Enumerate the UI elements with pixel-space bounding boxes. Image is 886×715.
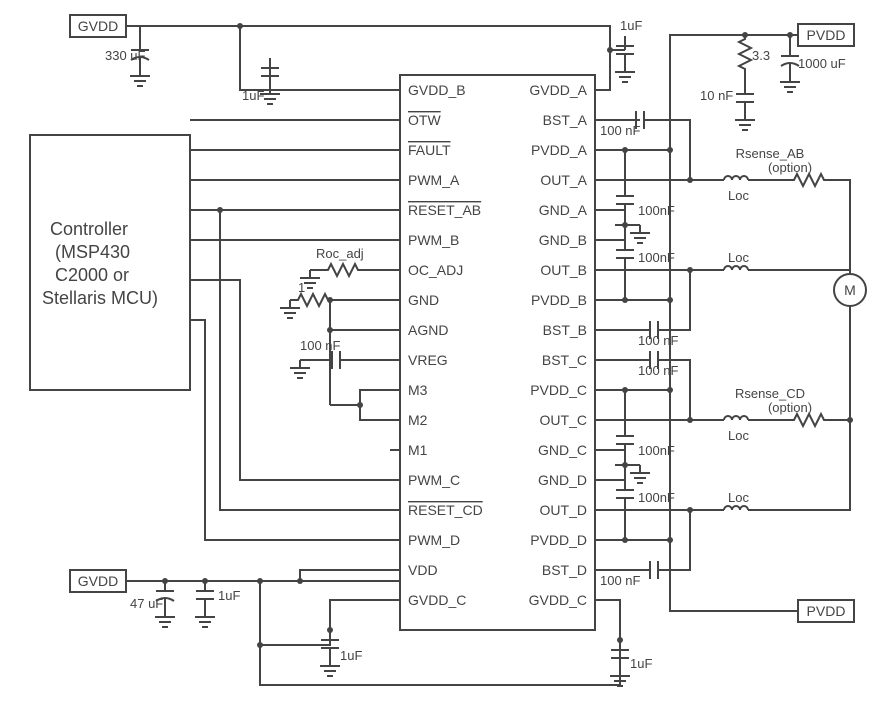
svg-text:OUT_D: OUT_D bbox=[540, 502, 587, 518]
label-10nF: 10 nF bbox=[700, 88, 733, 103]
svg-text:GND_C: GND_C bbox=[538, 442, 587, 458]
svg-text:RESET_CD: RESET_CD bbox=[408, 502, 483, 518]
label-1uF-gvddc-r: 1uF bbox=[630, 656, 652, 671]
label-bst-b: 100 nF bbox=[638, 333, 679, 348]
svg-text:OUT_C: OUT_C bbox=[540, 412, 587, 428]
svg-text:PWM_D: PWM_D bbox=[408, 532, 460, 548]
label-bst-d: 100 nF bbox=[600, 573, 641, 588]
label-loc-d: Loc bbox=[728, 490, 749, 505]
terminal-gvdd-top: GVDD bbox=[70, 15, 126, 37]
label-rsense-ab-opt: (option) bbox=[768, 160, 812, 175]
right-stubs bbox=[595, 90, 605, 600]
label-rsense-cd: Rsense_CD bbox=[735, 386, 805, 401]
wire-gvdd-top bbox=[126, 26, 610, 50]
svg-text:GND_A: GND_A bbox=[539, 202, 588, 218]
controller-line4: Stellaris MCU) bbox=[42, 288, 158, 308]
svg-text:GVDD: GVDD bbox=[78, 18, 118, 34]
svg-text:GVDD_C: GVDD_C bbox=[529, 592, 587, 608]
svg-text:OC_ADJ: OC_ADJ bbox=[408, 262, 463, 278]
controller-line1: Controller bbox=[50, 219, 128, 239]
left-stubs bbox=[390, 90, 400, 600]
svg-text:M2: M2 bbox=[408, 412, 428, 428]
schematic-diagram: GVDD GVDD PVDD PVDD Controller (MSP430 C… bbox=[0, 0, 886, 715]
controller-line2: (MSP430 bbox=[55, 242, 130, 262]
svg-text:PWM_A: PWM_A bbox=[408, 172, 460, 188]
svg-text:AGND: AGND bbox=[408, 322, 448, 338]
terminal-pvdd-bottom: PVDD bbox=[798, 600, 854, 622]
terminal-gvdd-bottom: GVDD bbox=[70, 570, 126, 592]
label-gnda-cap: 100nF bbox=[638, 203, 675, 218]
svg-text:M3: M3 bbox=[408, 382, 428, 398]
svg-text:BST_C: BST_C bbox=[542, 352, 587, 368]
svg-text:PWM_C: PWM_C bbox=[408, 472, 460, 488]
wire-pwm-d bbox=[190, 320, 400, 540]
svg-text:OTW: OTW bbox=[408, 112, 441, 128]
label-loc-b: Loc bbox=[728, 250, 749, 265]
svg-text:PVDD_B: PVDD_B bbox=[531, 292, 587, 308]
motor-label: M bbox=[844, 282, 856, 298]
terminal-pvdd-top: PVDD bbox=[798, 24, 854, 46]
svg-text:VDD: VDD bbox=[408, 562, 438, 578]
label-rsense-ab: Rsense_AB bbox=[736, 146, 805, 161]
label-r33: 3.3 bbox=[752, 48, 770, 63]
svg-text:GVDD_A: GVDD_A bbox=[529, 82, 587, 98]
svg-text:GND_D: GND_D bbox=[538, 472, 587, 488]
controller-block bbox=[30, 135, 190, 390]
label-loc-c: Loc bbox=[728, 428, 749, 443]
svg-text:GND_B: GND_B bbox=[539, 232, 587, 248]
label-vreg-cap: 100 nF bbox=[300, 338, 341, 353]
svg-text:OUT_A: OUT_A bbox=[540, 172, 587, 188]
svg-text:GVDD_B: GVDD_B bbox=[408, 82, 466, 98]
svg-text:PVDD_A: PVDD_A bbox=[531, 142, 588, 158]
label-gndb-cap: 100nF bbox=[638, 250, 675, 265]
svg-text:FAULT: FAULT bbox=[408, 142, 451, 158]
label-gndd-cap: 100nF bbox=[638, 490, 675, 505]
controller-line3: C2000 or bbox=[55, 265, 129, 285]
label-1uF-gvdda: 1uF bbox=[620, 18, 642, 33]
label-1uF-vdd: 1uF bbox=[218, 588, 240, 603]
svg-text:M1: M1 bbox=[408, 442, 428, 458]
svg-text:PVDD: PVDD bbox=[807, 27, 846, 43]
svg-text:BST_D: BST_D bbox=[542, 562, 587, 578]
svg-text:BST_B: BST_B bbox=[543, 322, 587, 338]
svg-text:OUT_B: OUT_B bbox=[540, 262, 587, 278]
svg-text:VREG: VREG bbox=[408, 352, 448, 368]
label-1uF-gvddc-l: 1uF bbox=[340, 648, 362, 663]
label-1000uF: 1000 uF bbox=[798, 56, 846, 71]
label-47uF: 47 uF bbox=[130, 596, 163, 611]
svg-text:PVDD_C: PVDD_C bbox=[530, 382, 587, 398]
label-gndc-cap: 100nF bbox=[638, 443, 675, 458]
wire-pwm-c bbox=[190, 280, 400, 480]
svg-text:BST_A: BST_A bbox=[543, 112, 588, 128]
label-rocadj: Roc_adj bbox=[316, 246, 364, 261]
label-bst-c: 100 nF bbox=[638, 363, 679, 378]
svg-text:GVDD: GVDD bbox=[78, 573, 118, 589]
label-330uF: 330 uF bbox=[105, 48, 146, 63]
wire-m3 bbox=[360, 390, 400, 420]
svg-text:PVDD: PVDD bbox=[807, 603, 846, 619]
svg-text:GVDD_C: GVDD_C bbox=[408, 592, 466, 608]
label-bst-a: 100 nF bbox=[600, 123, 641, 138]
label-1uF-gvddb: 1uF bbox=[242, 88, 264, 103]
label-loc-a: Loc bbox=[728, 188, 749, 203]
label-rsense-cd-opt: (option) bbox=[768, 400, 812, 415]
svg-text:GND: GND bbox=[408, 292, 439, 308]
svg-text:PVDD_D: PVDD_D bbox=[530, 532, 587, 548]
svg-text:RESET_AB: RESET_AB bbox=[408, 202, 481, 218]
svg-text:PWM_B: PWM_B bbox=[408, 232, 459, 248]
